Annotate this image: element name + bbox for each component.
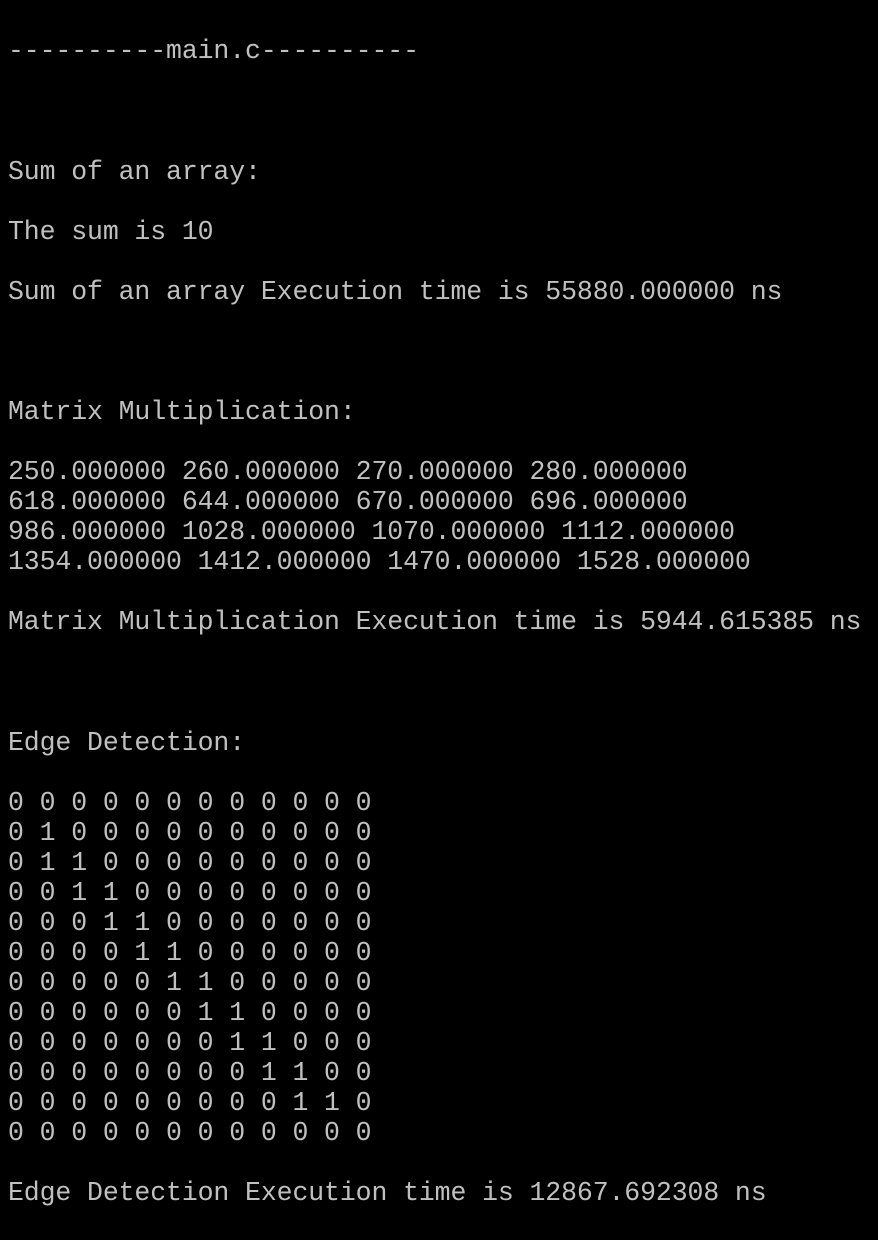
sum-heading: Sum of an array: [8, 157, 261, 187]
edge-row-8: 0 0 0 0 0 0 1 1 0 0 0 0 [8, 998, 372, 1028]
terminal-window[interactable]: ----------main.c---------- Sum of an arr… [0, 0, 878, 1240]
edge-row-3: 0 1 1 0 0 0 0 0 0 0 0 0 [8, 848, 372, 878]
file-header-line: ----------main.c---------- [8, 36, 419, 66]
matrix-row-2: 618.000000 644.000000 670.000000 696.000… [8, 487, 688, 517]
edge-row-9: 0 0 0 0 0 0 0 1 1 0 0 0 [8, 1028, 372, 1058]
matrix-heading: Matrix Multiplication: [8, 397, 356, 427]
edge-row-11: 0 0 0 0 0 0 0 0 0 1 1 0 [8, 1088, 372, 1118]
matrix-row-1: 250.000000 260.000000 270.000000 280.000… [8, 457, 688, 487]
matrix-row-4: 1354.000000 1412.000000 1470.000000 1528… [8, 547, 751, 577]
matrix-row-3: 986.000000 1028.000000 1070.000000 1112.… [8, 517, 735, 547]
edge-row-1: 0 0 0 0 0 0 0 0 0 0 0 0 [8, 788, 372, 818]
sum-execution-time: Sum of an array Execution time is 55880.… [8, 277, 783, 307]
edge-row-2: 0 1 0 0 0 0 0 0 0 0 0 0 [8, 818, 372, 848]
edge-row-7: 0 0 0 0 0 1 1 0 0 0 0 0 [8, 968, 372, 998]
edge-row-12: 0 0 0 0 0 0 0 0 0 0 0 0 [8, 1118, 372, 1148]
edge-execution-time: Edge Detection Execution time is 12867.6… [8, 1178, 767, 1208]
edge-heading: Edge Detection: [8, 728, 246, 758]
edge-row-4: 0 0 1 1 0 0 0 0 0 0 0 0 [8, 878, 372, 908]
sum-result: The sum is 10 [8, 217, 214, 247]
edge-row-6: 0 0 0 0 1 1 0 0 0 0 0 0 [8, 938, 372, 968]
edge-row-5: 0 0 0 1 1 0 0 0 0 0 0 0 [8, 908, 372, 938]
matrix-execution-time: Matrix Multiplication Execution time is … [8, 607, 862, 637]
edge-row-10: 0 0 0 0 0 0 0 0 1 1 0 0 [8, 1058, 372, 1088]
